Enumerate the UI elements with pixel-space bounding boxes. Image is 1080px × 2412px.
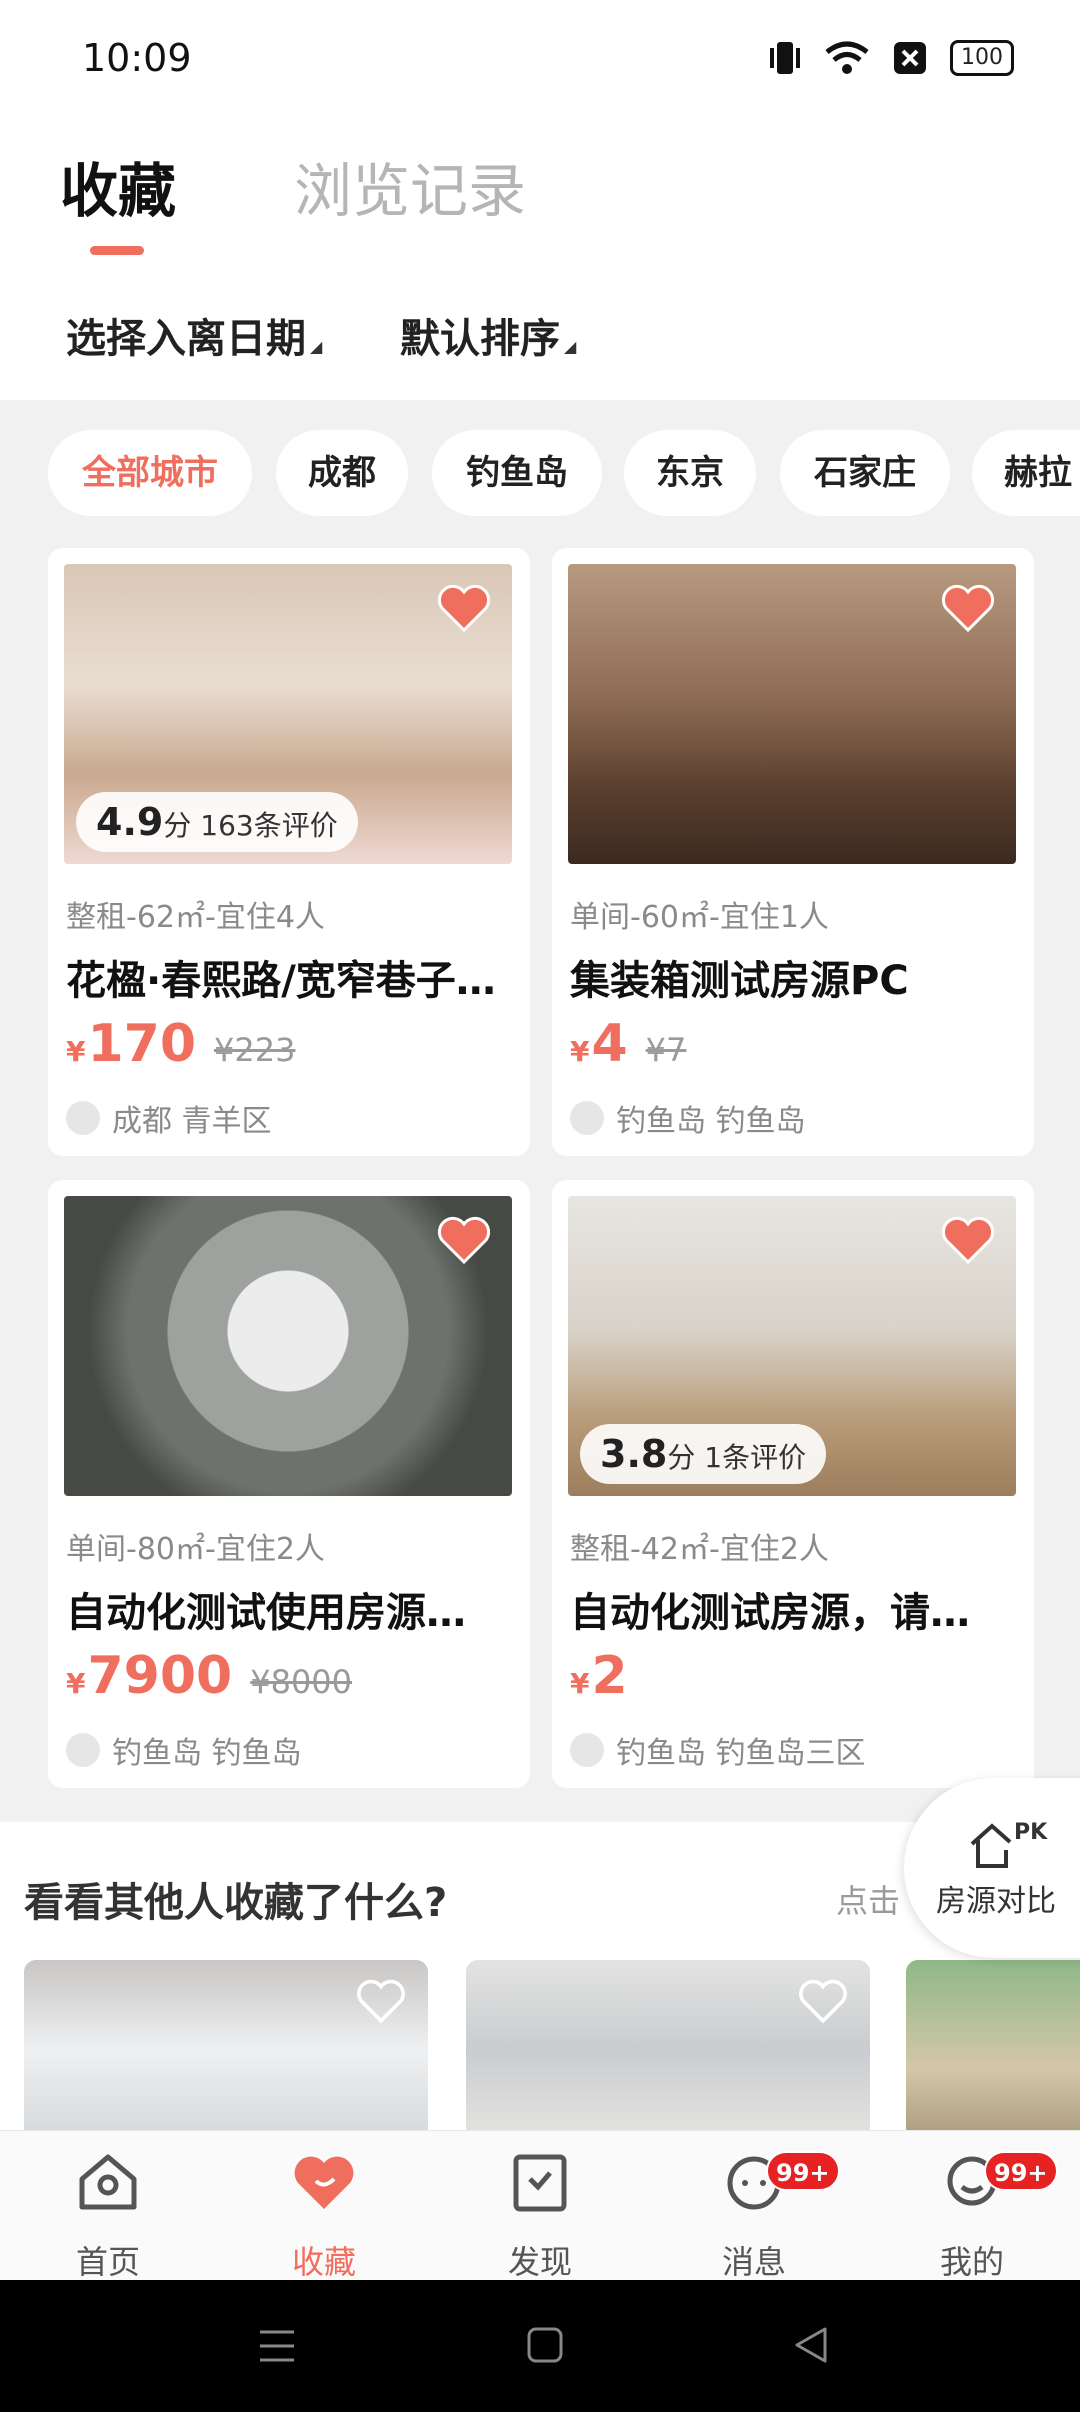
- recommendations-heading: 看看其他人收藏了什么?: [24, 1880, 448, 1926]
- home-nav-icon[interactable]: [526, 2326, 564, 2364]
- listing-card[interactable]: 单间-80㎡-宜住2人 自动化测试使用房源… ¥7900 ¥8000 钓鱼岛 钓鱼…: [48, 1180, 530, 1788]
- original-price: ¥223: [214, 1031, 296, 1069]
- listing-photo: 3.8分 1条评价: [568, 1196, 1016, 1496]
- heart-outline-icon[interactable]: [354, 1974, 408, 2028]
- chip-city[interactable]: 钓鱼岛: [432, 430, 602, 516]
- status-bar: 10:09 100: [0, 0, 1080, 120]
- nav-profile[interactable]: 我的 99+: [912, 2147, 1058, 2283]
- recommendation-card[interactable]: [24, 1960, 428, 2140]
- listing-card[interactable]: 3.8分 1条评价 整租-42㎡-宜住2人 自动化测试房源，请… ¥2 钓鱼岛 …: [552, 1180, 1034, 1788]
- menu-icon[interactable]: [258, 2328, 296, 2364]
- listing-location: 钓鱼岛 钓鱼岛: [570, 1096, 806, 1140]
- listing-photo: [64, 1196, 512, 1496]
- listing-price: ¥170 ¥223: [66, 1014, 296, 1074]
- nav-discover[interactable]: 发现: [480, 2147, 600, 2283]
- listing-title: 自动化测试房源，请…: [570, 1590, 970, 1636]
- date-filter[interactable]: 选择入离日期 ◢: [66, 306, 322, 364]
- listing-meta: 单间-80㎡-宜住2人: [66, 1532, 325, 1567]
- recommendation-card[interactable]: [466, 1960, 870, 2140]
- listing-price: ¥2: [570, 1646, 628, 1706]
- heart-outline-icon[interactable]: [796, 1974, 850, 2028]
- unread-badge: 99+: [766, 2151, 840, 2191]
- discover-icon: [513, 2154, 567, 2212]
- chip-all-cities[interactable]: 全部城市: [48, 430, 252, 516]
- rating-badge: 4.9分 163条评价: [76, 792, 358, 852]
- chip-city[interactable]: 东京: [624, 430, 756, 516]
- tab-indicator: [90, 246, 144, 255]
- nav-favorites[interactable]: 收藏: [264, 2147, 384, 2283]
- listing-title: 自动化测试使用房源…: [66, 1590, 466, 1636]
- listing-title: 集装箱测试房源PC: [570, 958, 909, 1004]
- listing-location: 钓鱼岛 钓鱼岛: [66, 1728, 302, 1772]
- listing-price: ¥4 ¥7: [570, 1014, 687, 1074]
- sort-filter[interactable]: 默认排序 ◢: [400, 306, 576, 364]
- listing-card[interactable]: 单间-60㎡-宜住1人 集装箱测试房源PC ¥4 ¥7 钓鱼岛 钓鱼岛: [552, 548, 1034, 1156]
- location-pin-icon: [66, 1733, 100, 1767]
- nav-messages[interactable]: 消息 99+: [694, 2147, 840, 2283]
- chip-city[interactable]: 成都: [276, 430, 408, 516]
- compare-label: 房源对比: [936, 1884, 1056, 1919]
- heart-icon[interactable]: [434, 1210, 494, 1270]
- header: 收藏 浏览记录 选择入离日期 ◢ 默认排序 ◢: [0, 120, 1080, 400]
- heart-icon[interactable]: [938, 1210, 998, 1270]
- compare-badge: PK: [1014, 1820, 1048, 1845]
- listing-meta: 整租-62㎡-宜住4人: [66, 900, 325, 935]
- battery-indicator: 100: [950, 40, 1014, 76]
- chip-city[interactable]: 赫拉: [972, 430, 1080, 516]
- listing-title: 花楹·春熙路/宽窄巷子…: [66, 958, 496, 1004]
- nav-home[interactable]: 首页: [48, 2147, 168, 2283]
- heart-icon[interactable]: [938, 578, 998, 638]
- dropdown-triangle-icon: ◢: [564, 337, 577, 356]
- listing-card[interactable]: 4.9分 163条评价 整租-62㎡-宜住4人 花楹·春熙路/宽窄巷子… ¥17…: [48, 548, 530, 1156]
- original-price: ¥7: [645, 1031, 687, 1069]
- back-icon[interactable]: [792, 2326, 830, 2364]
- dropdown-triangle-icon: ◢: [310, 337, 323, 356]
- heart-icon[interactable]: [434, 578, 494, 638]
- recommendation-card[interactable]: [906, 1960, 1080, 2140]
- bottom-nav: 首页 收藏 发现 消息 99+ 我的 99+: [0, 2130, 1080, 2283]
- listing-photo: 4.9分 163条评价: [64, 564, 512, 864]
- tab-history[interactable]: 浏览记录: [294, 144, 526, 228]
- listing-location: 钓鱼岛 钓鱼岛三区: [570, 1728, 866, 1772]
- original-price: ¥8000: [250, 1663, 353, 1701]
- vibrate-icon: [770, 42, 800, 74]
- status-time: 10:09: [82, 36, 192, 80]
- system-navigation-bar: [0, 2280, 1080, 2412]
- listing-price: ¥7900 ¥8000: [66, 1646, 353, 1706]
- unread-badge: 99+: [984, 2151, 1058, 2191]
- location-pin-icon: [570, 1733, 604, 1767]
- chip-city[interactable]: 石家庄: [780, 430, 950, 516]
- recommendations-more-link[interactable]: 点击: [836, 1876, 900, 1922]
- rating-badge: 3.8分 1条评价: [580, 1424, 827, 1484]
- location-pin-icon: [66, 1101, 100, 1135]
- compare-button[interactable]: PK 房源对比: [904, 1778, 1080, 1958]
- listing-location: 成都 青羊区: [66, 1096, 272, 1140]
- heart-icon: [294, 2156, 354, 2209]
- listing-meta: 整租-42㎡-宜住2人: [570, 1532, 829, 1567]
- no-sim-icon: [894, 42, 926, 74]
- home-icon: [79, 2154, 137, 2210]
- city-filter-chips: 全部城市 成都 钓鱼岛 东京 石家庄 赫拉: [0, 430, 1080, 516]
- wifi-icon: [825, 41, 869, 74]
- tab-favorites[interactable]: 收藏: [60, 144, 176, 228]
- location-pin-icon: [570, 1101, 604, 1135]
- listing-photo: [568, 564, 1016, 864]
- listing-meta: 单间-60㎡-宜住1人: [570, 900, 829, 935]
